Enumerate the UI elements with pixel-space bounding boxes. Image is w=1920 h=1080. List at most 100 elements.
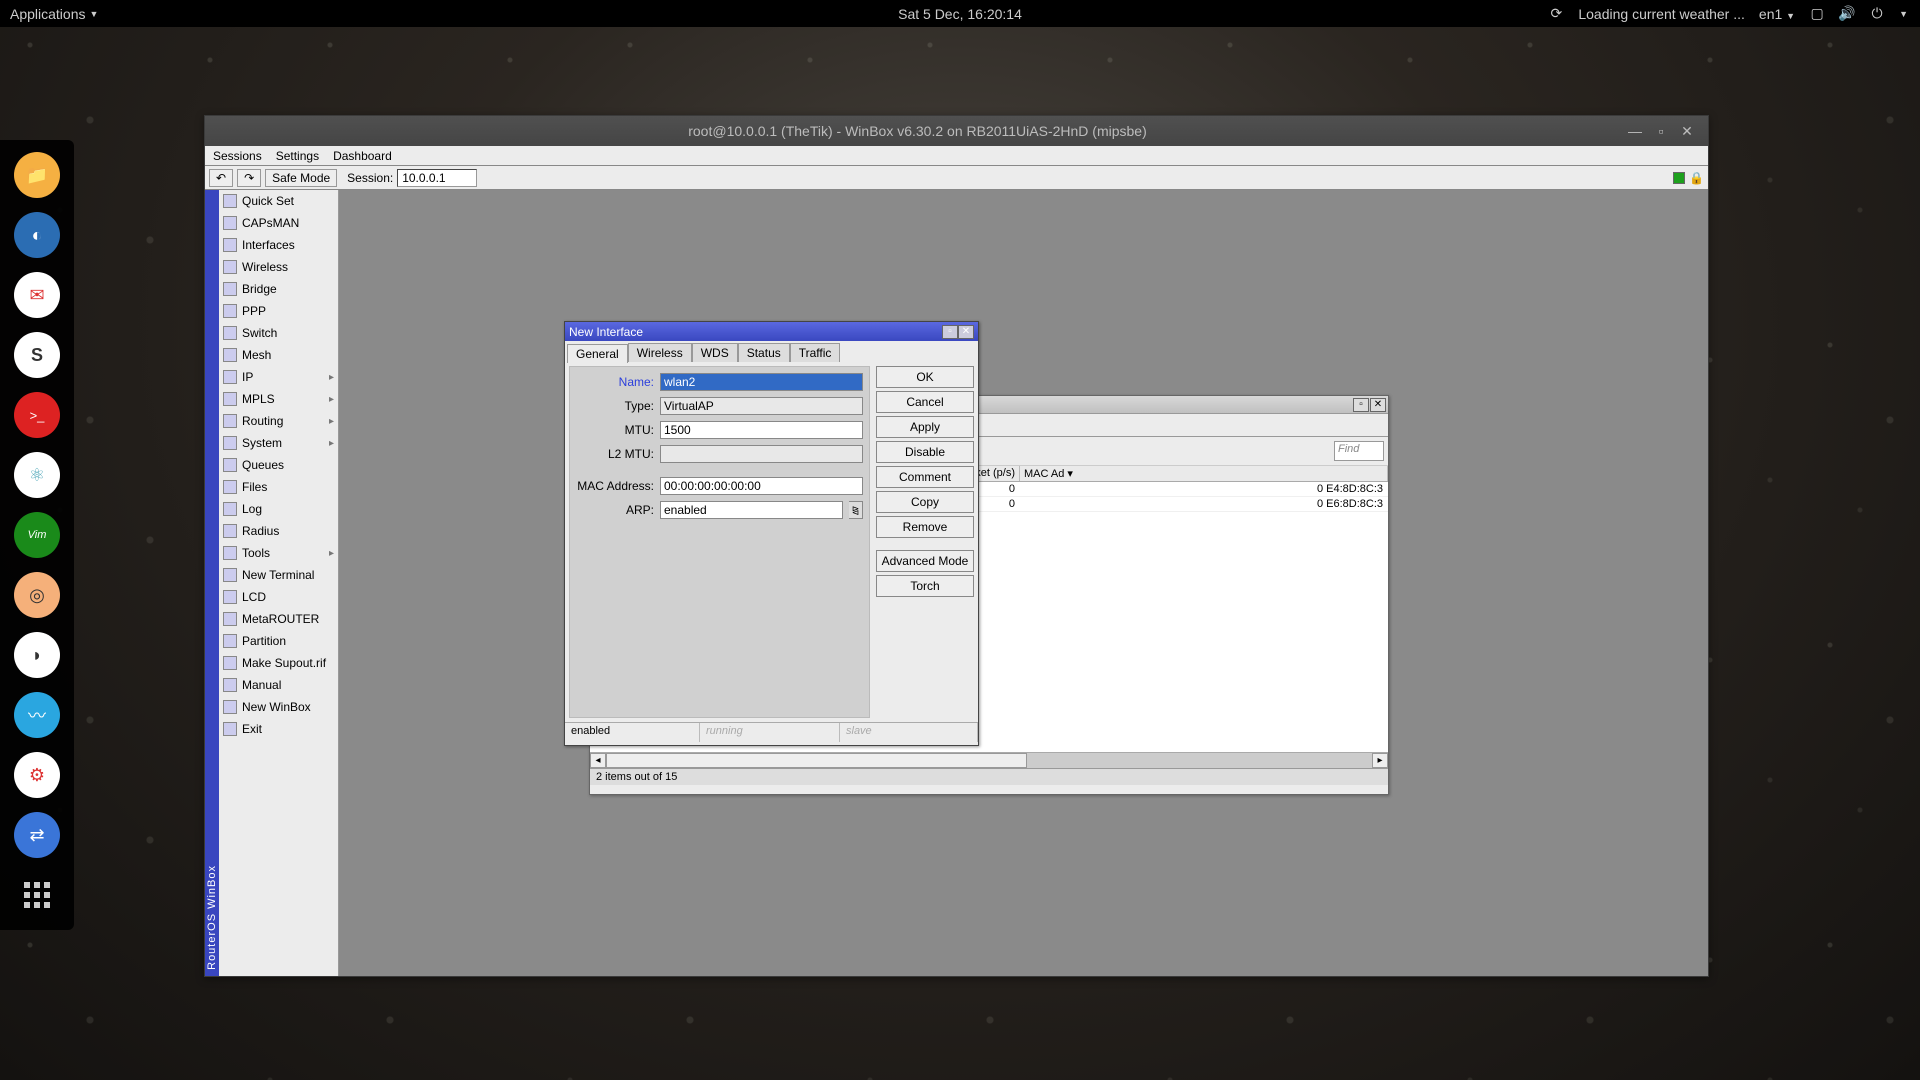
dialog-close-button[interactable]: ✕ [958,325,974,339]
sidebar-item-ip[interactable]: IP▸ [219,366,338,388]
clock[interactable]: Sat 5 Dec, 16:20:14 [898,6,1022,22]
close-button[interactable]: ✕ [1674,123,1700,140]
find-input[interactable]: Find [1334,441,1384,461]
sidebar-item-queues[interactable]: Queues [219,454,338,476]
weather-status: Loading current weather ... [1578,6,1745,22]
dialog-max-button[interactable]: ▫ [942,325,958,339]
type-input[interactable]: VirtualAP [660,397,863,415]
vim-icon[interactable]: Vim [14,512,60,558]
sidebar-item-radius[interactable]: Radius [219,520,338,542]
tray-box-icon[interactable]: ▢ [1809,6,1825,22]
mail-icon[interactable]: ✉ [14,272,60,318]
sidebar-item-log[interactable]: Log [219,498,338,520]
sidebar-icon [223,436,237,450]
apply-button[interactable]: Apply [876,416,974,438]
status-running: running [700,723,840,742]
sidebar-item-bridge[interactable]: Bridge [219,278,338,300]
cancel-button[interactable]: Cancel [876,391,974,413]
sidebar-item-new-winbox[interactable]: New WinBox [219,696,338,718]
sidebar-item-exit[interactable]: Exit [219,718,338,740]
sidebar-item-lcd[interactable]: LCD [219,586,338,608]
scroll-left-icon[interactable]: ◂ [590,753,606,768]
form-area: Name: wlan2 Type: VirtualAP MTU: 1500 [569,366,870,718]
session-label: Session: [347,171,393,185]
tab-wireless[interactable]: Wireless [628,343,692,362]
slack-icon[interactable]: S [14,332,60,378]
sidebar-item-quick-set[interactable]: Quick Set [219,190,338,212]
applications-menu[interactable]: Applications ▼ [0,6,108,22]
gnome-icon[interactable]: ◗ [14,632,60,678]
sidebar-item-switch[interactable]: Switch [219,322,338,344]
copy-button[interactable]: Copy [876,491,974,513]
sidebar-item-metarouter[interactable]: MetaROUTER [219,608,338,630]
sidebar-icon [223,348,237,362]
redo-button[interactable]: ↷ [237,169,261,187]
language-indicator[interactable]: en1 ▼ [1759,6,1795,22]
type-label: Type: [576,399,654,413]
l2mtu-input[interactable] [660,445,863,463]
remove-button[interactable]: Remove [876,516,974,538]
comment-button[interactable]: Comment [876,466,974,488]
sidebar-item-wireless[interactable]: Wireless [219,256,338,278]
files-icon[interactable]: 📁 [14,152,60,198]
subwindow-close-button[interactable]: ✕ [1370,398,1386,412]
minimize-button[interactable]: — [1622,123,1648,139]
dialog-titlebar[interactable]: New Interface ▫ ✕ [565,322,978,341]
chevron-down-icon[interactable]: ⧎ [849,501,863,519]
sidebar-item-ppp[interactable]: PPP [219,300,338,322]
tab-traffic[interactable]: Traffic [790,343,841,362]
torch-button[interactable]: Torch [876,575,974,597]
arp-select[interactable]: enabled [660,501,843,519]
monitor-icon[interactable]: 〰 [14,692,60,738]
tweaks-icon[interactable]: ⚙ [14,752,60,798]
app-grid-icon[interactable] [14,872,60,918]
volume-icon[interactable]: 🔊 [1839,6,1855,22]
menu-dashboard[interactable]: Dashboard [333,149,392,163]
chevron-right-icon: ▸ [329,548,334,559]
window-titlebar[interactable]: root@10.0.0.1 (TheTik) - WinBox v6.30.2 … [205,116,1708,146]
sidebar-item-routing[interactable]: Routing▸ [219,410,338,432]
advanced-mode-button[interactable]: Advanced Mode [876,550,974,572]
ok-button[interactable]: OK [876,366,974,388]
menu-sessions[interactable]: Sessions [213,149,262,163]
tab-general[interactable]: General [567,344,628,363]
maximize-button[interactable]: ▫ [1648,123,1674,139]
menu-settings[interactable]: Settings [276,149,319,163]
sidebar-item-system[interactable]: System▸ [219,432,338,454]
disk-icon[interactable]: ◎ [14,572,60,618]
chevron-down-icon[interactable]: ▼ [1899,9,1908,19]
sidebar-item-new-terminal[interactable]: New Terminal [219,564,338,586]
sidebar-item-partition[interactable]: Partition [219,630,338,652]
sidebar-item-tools[interactable]: Tools ▸ [219,542,338,564]
sidebar-item-mpls[interactable]: MPLS▸ [219,388,338,410]
power-icon[interactable]: ⏻ [1869,6,1885,22]
sidebar-item-make-supout-rif[interactable]: Make Supout.rif [219,652,338,674]
sidebar-item-files[interactable]: Files [219,476,338,498]
sidebar-item-mesh[interactable]: Mesh [219,344,338,366]
horizontal-scrollbar[interactable]: ◂ ▸ [590,752,1388,768]
scroll-right-icon[interactable]: ▸ [1372,753,1388,768]
column-header[interactable]: MAC Ad ▾ [1020,466,1388,481]
dialog-status: enabled running slave [565,722,978,742]
name-input[interactable]: wlan2 [660,373,863,391]
network-icon[interactable]: ⇄ [14,812,60,858]
atom-icon[interactable]: ⚛ [14,452,60,498]
mtu-input[interactable]: 1500 [660,421,863,439]
sidebar-item-label: Manual [242,678,281,692]
sidebar-item-label: Tools [242,546,270,560]
tab-wds[interactable]: WDS [692,343,738,362]
terminal-icon[interactable]: >_ [14,392,60,438]
refresh-icon[interactable]: ⟳ [1548,6,1564,22]
sidebar-item-manual[interactable]: Manual [219,674,338,696]
session-value[interactable]: 10.0.0.1 [397,169,477,187]
marble-icon[interactable]: ◐ [14,212,60,258]
subwindow-max-button[interactable]: ▫ [1353,398,1369,412]
undo-button[interactable]: ↶ [209,169,233,187]
tab-status[interactable]: Status [738,343,790,362]
sidebar-item-interfaces[interactable]: Interfaces [219,234,338,256]
status-enabled: enabled [565,723,700,742]
disable-button[interactable]: Disable [876,441,974,463]
sidebar-item-capsman[interactable]: CAPsMAN [219,212,338,234]
safe-mode-button[interactable]: Safe Mode [265,169,337,187]
mac-input[interactable]: 00:00:00:00:00:00 [660,477,863,495]
